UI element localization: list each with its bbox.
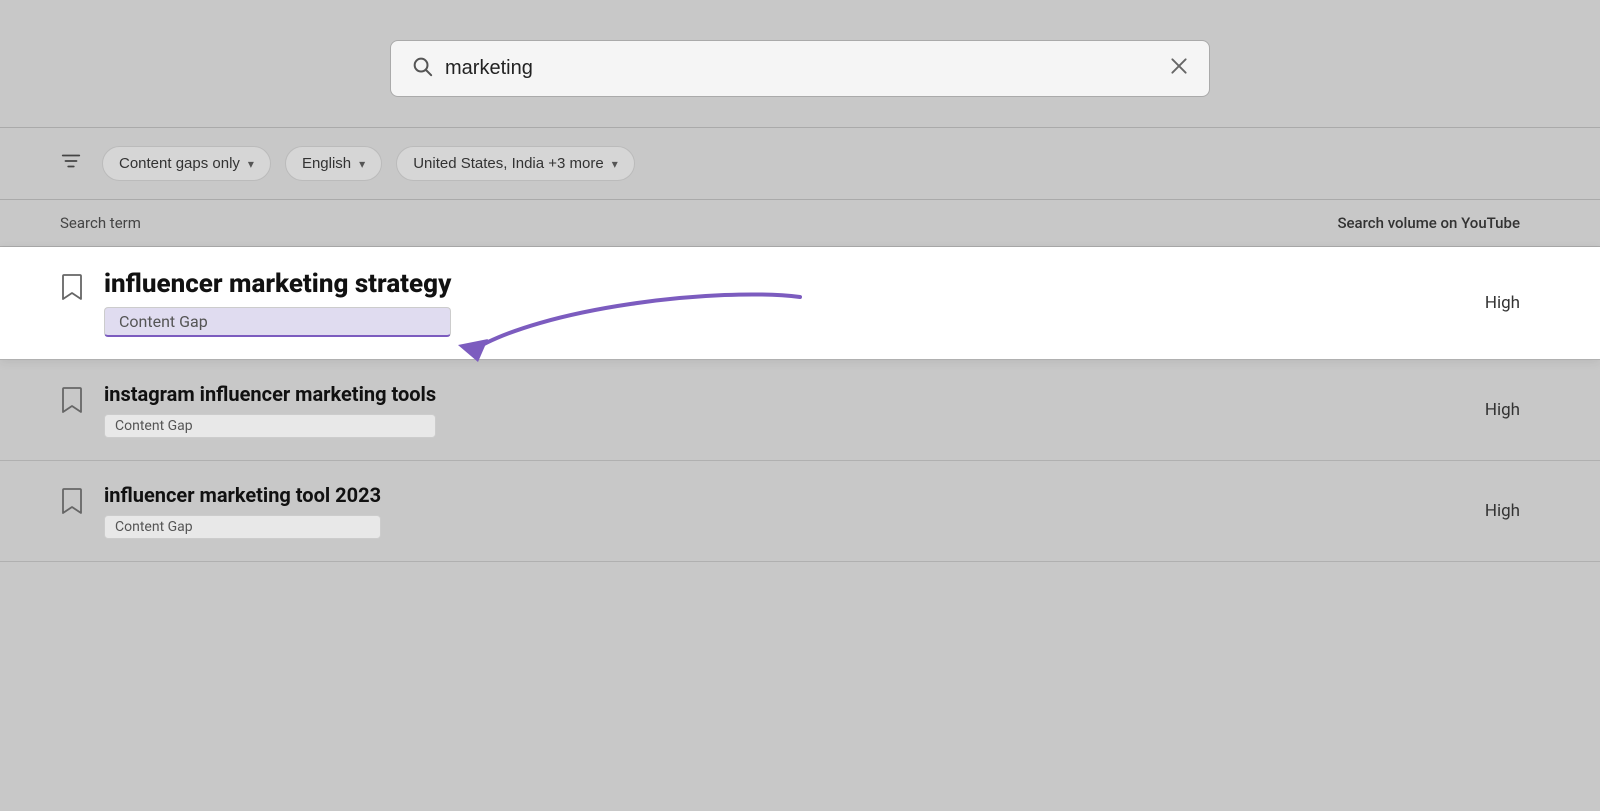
clear-search-button[interactable] [1169, 56, 1189, 81]
search-input[interactable] [445, 57, 1157, 80]
filters-row: Content gaps only ▾ English ▾ United Sta… [0, 128, 1600, 199]
row-2-title: instagram influencer marketing tools [104, 382, 436, 406]
bookmark-icon[interactable] [60, 273, 84, 307]
language-label: English [302, 155, 351, 172]
row-2-volume: High [1485, 400, 1540, 420]
col-volume-header: Search volume on YouTube [1337, 214, 1540, 232]
language-chevron: ▾ [359, 157, 365, 171]
row-3-volume: High [1485, 501, 1540, 521]
row-1-volume: High [1485, 293, 1540, 313]
row-3-badge: Content Gap [104, 515, 381, 539]
table-row: influencer marketing tool 2023 Content G… [0, 461, 1600, 562]
results-area: influencer marketing strategy Content Ga… [0, 247, 1600, 562]
table-row: influencer marketing strategy Content Ga… [0, 247, 1600, 360]
row-3-title: influencer marketing tool 2023 [104, 483, 381, 507]
col-search-term-header: Search term [60, 214, 141, 232]
row-1-left: influencer marketing strategy Content Ga… [60, 269, 451, 337]
country-filter[interactable]: United States, India +3 more ▾ [396, 146, 635, 181]
table-row: instagram influencer marketing tools Con… [0, 360, 1600, 461]
search-box [390, 40, 1210, 97]
content-gaps-chevron: ▾ [248, 157, 254, 171]
row-2-left: instagram influencer marketing tools Con… [60, 382, 436, 438]
search-icon [411, 55, 433, 82]
row-1-content: influencer marketing strategy Content Ga… [104, 269, 451, 337]
row-2-content: instagram influencer marketing tools Con… [104, 382, 436, 438]
content-gaps-filter[interactable]: Content gaps only ▾ [102, 146, 271, 181]
content-gaps-label: Content gaps only [119, 155, 240, 172]
search-section [0, 0, 1600, 127]
sort-icon [60, 150, 82, 177]
country-chevron: ▾ [612, 157, 618, 171]
bookmark-icon[interactable] [60, 386, 84, 420]
row-1-badge: Content Gap [104, 307, 451, 337]
row-3-left: influencer marketing tool 2023 Content G… [60, 483, 381, 539]
bookmark-icon[interactable] [60, 487, 84, 521]
row-3-content: influencer marketing tool 2023 Content G… [104, 483, 381, 539]
row-2-badge: Content Gap [104, 414, 436, 438]
language-filter[interactable]: English ▾ [285, 146, 382, 181]
row-1-title: influencer marketing strategy [104, 269, 451, 299]
table-header: Search term Search volume on YouTube [0, 200, 1600, 246]
country-label: United States, India +3 more [413, 155, 604, 172]
